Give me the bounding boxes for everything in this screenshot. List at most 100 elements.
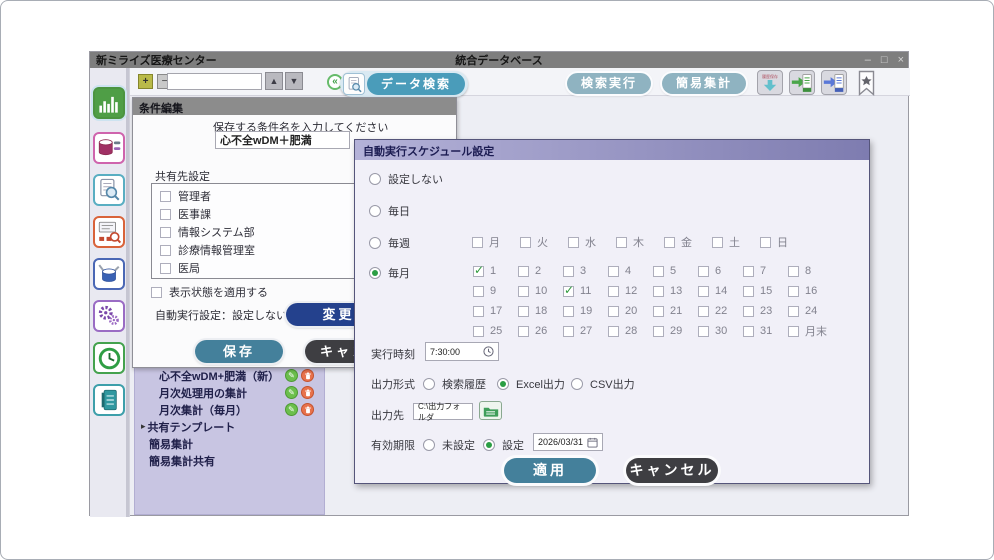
day-option[interactable]: 22 — [698, 305, 743, 317]
day-option[interactable]: 8 — [788, 265, 833, 277]
day-checkbox[interactable] — [743, 306, 754, 317]
saved-condition-item[interactable]: ▸ 共有テンプレート — [135, 418, 324, 435]
day-option[interactable]: 31 — [743, 325, 788, 337]
bookmark-button[interactable] — [856, 70, 877, 96]
minimize-button[interactable]: – — [865, 54, 871, 66]
option-daily[interactable]: 毎日 — [369, 203, 410, 219]
option-weekly-radio[interactable] — [369, 237, 381, 249]
day-option[interactable]: 25 — [473, 325, 518, 337]
share-option-checkbox[interactable] — [160, 191, 171, 202]
delete-icon[interactable] — [301, 369, 314, 382]
option-daily-radio[interactable] — [369, 205, 381, 217]
day-checkbox[interactable] — [653, 306, 664, 317]
search-exec-button[interactable]: 検索実行 — [567, 73, 651, 94]
add-button[interactable]: + — [138, 74, 153, 89]
exec-time-field[interactable]: 7:30:00 — [425, 342, 499, 361]
data-search-button[interactable]: データ検索 — [367, 73, 465, 95]
day-checkbox[interactable] — [563, 306, 574, 317]
day-option[interactable]: 4 — [608, 265, 653, 277]
day-checkbox[interactable] — [760, 237, 771, 248]
expiry-unset-option[interactable]: 未設定 — [423, 437, 475, 453]
saved-condition-item[interactable]: 簡易集計 — [135, 435, 324, 452]
day-checkbox[interactable] — [788, 286, 799, 297]
day-option[interactable]: 24 — [788, 305, 833, 317]
history-save-button[interactable]: 履歴保存 — [757, 70, 783, 95]
option-monthly[interactable]: 毎月 — [369, 265, 410, 281]
day-option[interactable]: 木 — [616, 234, 664, 250]
day-option[interactable]: 2 — [518, 265, 563, 277]
simple-agg-button[interactable]: 簡易集計 — [662, 73, 746, 94]
output-csv-radio[interactable] — [571, 378, 583, 390]
day-option[interactable]: 水 — [568, 234, 616, 250]
day-option[interactable]: 6 — [698, 265, 743, 277]
delete-icon[interactable] — [301, 386, 314, 399]
sidebar-item-db-maintenance[interactable] — [93, 258, 125, 290]
day-checkbox[interactable] — [698, 326, 709, 337]
day-checkbox[interactable] — [743, 266, 754, 277]
day-checkbox[interactable] — [518, 266, 529, 277]
saved-condition-item[interactable]: 月次処理用の集計 ✎ — [135, 384, 324, 401]
day-option[interactable]: 12 — [608, 285, 653, 297]
day-option[interactable]: 30 — [698, 325, 743, 337]
day-checkbox[interactable] — [664, 237, 675, 248]
day-option[interactable]: 26 — [518, 325, 563, 337]
sidebar-item-diagram-search[interactable] — [93, 216, 125, 248]
day-checkbox[interactable] — [653, 326, 664, 337]
day-option[interactable]: 3 — [563, 265, 608, 277]
day-checkbox[interactable] — [518, 286, 529, 297]
day-checkbox[interactable] — [743, 286, 754, 297]
share-option-checkbox[interactable] — [160, 227, 171, 238]
day-option[interactable]: 20 — [608, 305, 653, 317]
day-option[interactable]: 15 — [743, 285, 788, 297]
day-checkbox[interactable] — [563, 326, 574, 337]
day-option[interactable]: 17 — [473, 305, 518, 317]
day-option[interactable]: 14 — [698, 285, 743, 297]
day-option[interactable]: 土 — [712, 234, 760, 250]
day-checkbox[interactable] — [698, 266, 709, 277]
day-option[interactable]: 27 — [563, 325, 608, 337]
saved-condition-item[interactable]: 簡易集計共有 — [135, 452, 324, 469]
output-format-excel[interactable]: Excel出力 — [497, 376, 565, 392]
day-option[interactable]: 13 — [653, 285, 698, 297]
option-monthly-radio[interactable] — [369, 267, 381, 279]
sidebar-item-settings[interactable] — [93, 300, 125, 332]
option-none[interactable]: 設定しない — [369, 171, 443, 187]
sidebar-item-notebook[interactable] — [93, 384, 125, 416]
day-checkbox[interactable] — [473, 266, 484, 277]
day-checkbox[interactable] — [518, 306, 529, 317]
option-none-radio[interactable] — [369, 173, 381, 185]
day-option[interactable]: 11 — [563, 285, 608, 297]
day-checkbox[interactable] — [520, 237, 531, 248]
day-checkbox[interactable] — [616, 237, 627, 248]
day-option[interactable]: 月 — [472, 234, 520, 250]
day-checkbox[interactable] — [563, 266, 574, 277]
expiry-set-radio[interactable] — [483, 439, 495, 451]
day-checkbox[interactable] — [518, 326, 529, 337]
day-checkbox[interactable] — [608, 306, 619, 317]
day-option[interactable]: 19 — [563, 305, 608, 317]
edit-icon[interactable]: ✎ — [285, 403, 298, 416]
day-option[interactable]: 18 — [518, 305, 563, 317]
apply-display-state-option[interactable]: 表示状態を適用する — [151, 284, 268, 300]
output-format-csv[interactable]: CSV出力 — [571, 376, 635, 392]
day-checkbox[interactable] — [653, 266, 664, 277]
day-checkbox[interactable] — [608, 266, 619, 277]
browse-folder-button[interactable] — [479, 401, 502, 420]
day-checkbox[interactable] — [608, 286, 619, 297]
day-checkbox[interactable] — [698, 286, 709, 297]
move-down-button[interactable]: ▼ — [285, 72, 303, 90]
output-history-radio[interactable] — [423, 378, 435, 390]
output-excel-radio[interactable] — [497, 378, 509, 390]
day-option[interactable]: 火 — [520, 234, 568, 250]
sidebar-item-statistics[interactable] — [93, 87, 125, 119]
sidebar-item-schedule[interactable] — [93, 342, 125, 374]
nav-filter-input[interactable] — [167, 73, 262, 90]
day-checkbox[interactable] — [653, 286, 664, 297]
share-option-checkbox[interactable] — [160, 209, 171, 220]
day-option[interactable]: 5 — [653, 265, 698, 277]
day-checkbox[interactable] — [473, 306, 484, 317]
day-option[interactable]: 7 — [743, 265, 788, 277]
day-option[interactable]: 29 — [653, 325, 698, 337]
day-option[interactable]: 10 — [518, 285, 563, 297]
apply-button[interactable]: 適用 — [504, 458, 596, 483]
